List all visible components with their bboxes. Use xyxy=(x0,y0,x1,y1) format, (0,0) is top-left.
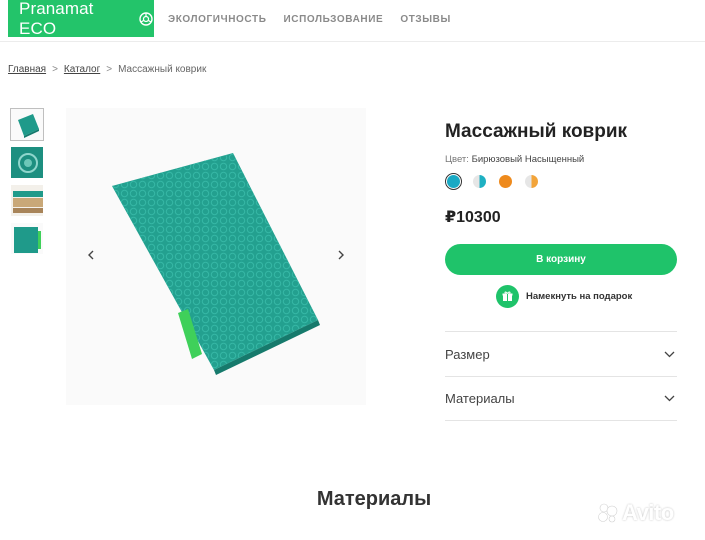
nav-ecology[interactable]: ЭКОЛОГИЧНОСТЬ xyxy=(168,14,267,25)
logo-text: Pranamat ECO xyxy=(19,0,94,38)
gift-hint-label: Намекнуть на подарок xyxy=(526,291,633,302)
product-image xyxy=(66,108,366,405)
chevron-down-icon xyxy=(664,351,675,358)
next-image-arrow[interactable] xyxy=(334,248,348,262)
breadcrumb-home[interactable]: Главная xyxy=(8,64,46,75)
price: ₽10300 xyxy=(445,209,501,226)
nav-reviews[interactable]: ОТЗЫВЫ xyxy=(400,14,451,25)
chevron-down-icon xyxy=(664,395,675,402)
accordion-size[interactable]: Размер xyxy=(445,331,677,376)
main-nav: ЭКОЛОГИЧНОСТЬ ИСПОЛЬЗОВАНИЕ ОТЗЫВЫ xyxy=(168,14,451,25)
breadcrumb-current: Массажный коврик xyxy=(118,64,207,75)
breadcrumb-catalog[interactable]: Каталог xyxy=(64,64,100,75)
logo[interactable]: Pranamat ECO xyxy=(8,0,154,38)
prev-image-arrow[interactable] xyxy=(84,248,98,262)
swatch-turquoise[interactable] xyxy=(445,173,462,190)
color-value: Бирюзовый Насыщенный xyxy=(471,154,585,165)
swatch-turquoise-white[interactable] xyxy=(471,173,488,190)
color-swatches xyxy=(445,173,540,190)
swatch-orange[interactable] xyxy=(497,173,514,190)
thumbnail-2[interactable] xyxy=(10,146,44,179)
swatch-orange-white-fill xyxy=(525,175,538,188)
avito-logo-icon xyxy=(598,503,618,523)
thumbnail-1[interactable] xyxy=(10,108,44,141)
breadcrumb-separator: > xyxy=(106,64,113,75)
nav-usage[interactable]: ИСПОЛЬЗОВАНИЕ xyxy=(284,14,384,25)
swatch-orange-white[interactable] xyxy=(523,173,540,190)
site-header: Pranamat ECO ЭКОЛОГИЧНОСТЬ ИСПОЛЬЗОВАНИЕ… xyxy=(0,0,705,42)
thumbnail-4[interactable] xyxy=(10,222,44,255)
add-to-cart-button[interactable]: В корзину xyxy=(445,244,677,275)
accordion-materials-label: Материалы xyxy=(445,391,515,406)
thumbnail-list xyxy=(10,108,44,255)
avito-watermark-text: Avito xyxy=(622,500,674,525)
leaf-logo-icon xyxy=(138,11,154,27)
chevron-right-icon xyxy=(338,250,344,260)
color-label: Цвет: Бирюзовый Насыщенный xyxy=(445,154,584,165)
gift-hint-button[interactable]: Намекнуть на подарок xyxy=(496,285,632,308)
chevron-left-icon xyxy=(88,250,94,260)
swatch-orange-fill xyxy=(499,175,512,188)
breadcrumb: Главная > Каталог > Массажный коврик xyxy=(8,64,206,75)
accordion-materials[interactable]: Материалы xyxy=(445,376,677,421)
accordion-size-label: Размер xyxy=(445,346,490,362)
color-label-prefix: Цвет: xyxy=(445,154,469,165)
swatch-turquoise-white-fill xyxy=(473,175,486,188)
thumbnail-3[interactable] xyxy=(10,184,44,217)
avito-watermark: Avito xyxy=(597,500,674,526)
product-title: Массажный коврик xyxy=(445,121,628,142)
gift-icon xyxy=(496,285,519,308)
breadcrumb-separator: > xyxy=(52,64,58,75)
swatch-turquoise-fill xyxy=(447,175,460,188)
